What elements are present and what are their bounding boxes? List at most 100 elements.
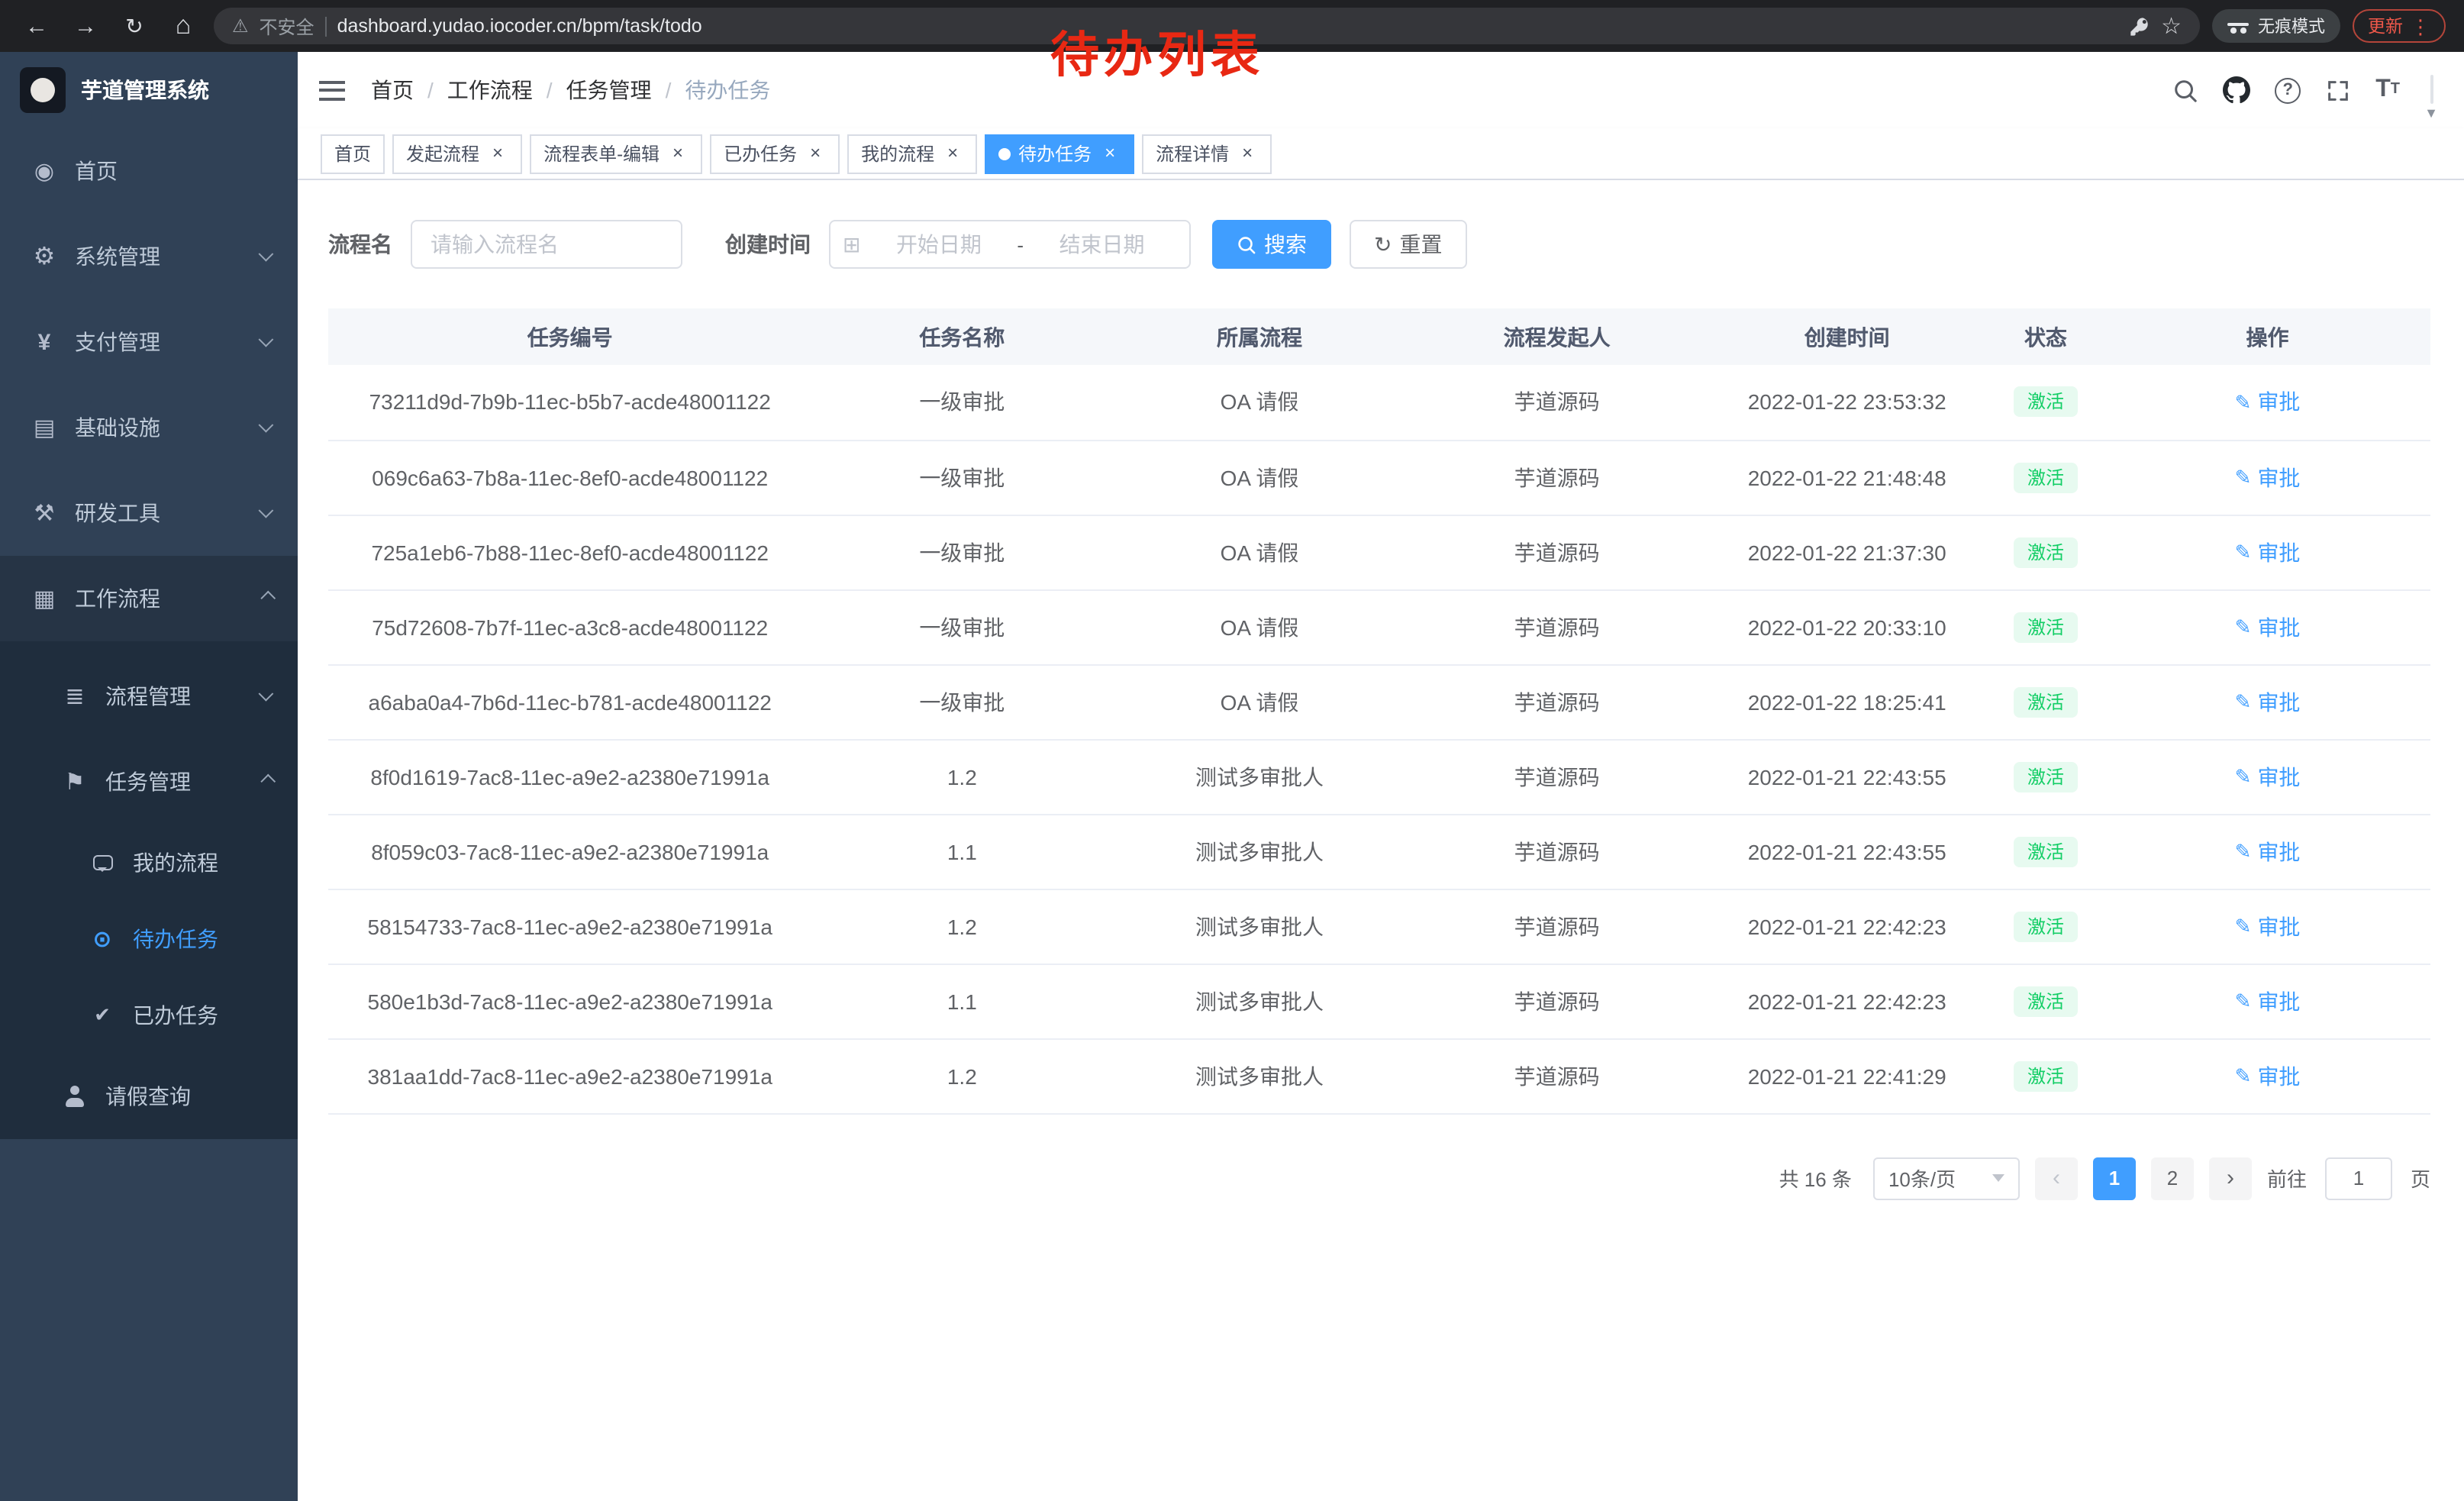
font-size-icon[interactable] — [2375, 78, 2400, 102]
sidebar-item-process-mgmt[interactable]: 流程管理 — [0, 654, 298, 739]
cell-task-id: 8f059c03-7ac8-11ec-a9e2-a2380e71991a — [328, 814, 811, 889]
prev-page-button[interactable] — [2035, 1157, 2078, 1199]
sidebar-item-task-mgmt[interactable]: 任务管理 — [0, 739, 298, 825]
cell-actions: 审批 — [2104, 589, 2430, 664]
cell-process: OA 请假 — [1112, 365, 1407, 440]
close-icon[interactable] — [942, 143, 963, 164]
edit-icon — [2235, 767, 2252, 786]
page-button-2[interactable]: 2 — [2151, 1157, 2194, 1199]
tab-label: 首页 — [334, 140, 371, 166]
cell-task-id: 381aa1dd-7ac8-11ec-a9e2-a2380e71991a — [328, 1038, 811, 1113]
logo[interactable]: 芋道管理系统 — [0, 52, 298, 128]
tab-todo-task[interactable]: 待办任务 — [985, 134, 1134, 173]
search-button[interactable]: 搜索 — [1212, 220, 1331, 269]
sidebar-item-home[interactable]: 首页 — [0, 128, 298, 214]
tab-my-process[interactable]: 我的流程 — [847, 134, 977, 173]
tab-done-task[interactable]: 已办任务 — [710, 134, 840, 173]
approve-button[interactable]: 审批 — [2235, 836, 2301, 867]
cell-task-name: 一级审批 — [811, 664, 1112, 739]
approve-button[interactable]: 审批 — [2235, 612, 2301, 642]
sidebar-item-infrastructure[interactable]: 基础设施 — [0, 385, 298, 470]
forward-icon[interactable] — [67, 8, 104, 44]
close-icon[interactable] — [487, 143, 508, 164]
approve-button[interactable]: 审批 — [2235, 911, 2301, 941]
sidebar-item-workflow[interactable]: 工作流程 — [0, 556, 298, 641]
github-icon[interactable] — [2223, 76, 2250, 104]
avatar[interactable] — [2430, 75, 2433, 104]
collapse-sidebar-icon[interactable] — [319, 80, 345, 100]
tab-process-form-edit[interactable]: 流程表单-编辑 — [530, 134, 702, 173]
sidebar-item-payment-mgmt[interactable]: 支付管理 — [0, 299, 298, 385]
close-icon[interactable] — [667, 143, 689, 164]
sidebar-item-system-mgmt[interactable]: 系统管理 — [0, 214, 298, 299]
page-button-1[interactable]: 1 — [2093, 1157, 2136, 1199]
sidebar-item-label: 我的流程 — [133, 847, 270, 878]
approve-button[interactable]: 审批 — [2235, 462, 2301, 492]
approve-button[interactable]: 审批 — [2235, 761, 2301, 792]
breadcrumb-task-mgmt[interactable]: 任务管理 — [566, 75, 652, 105]
user-menu[interactable]: ▼ — [2430, 76, 2433, 104]
status-badge: 激活 — [2014, 911, 2078, 941]
cell-task-id: 069c6a63-7b8a-11ec-8ef0-acde48001122 — [328, 440, 811, 515]
cell-actions: 审批 — [2104, 440, 2430, 515]
tab-process-detail[interactable]: 流程详情 — [1142, 134, 1272, 173]
update-button[interactable]: 更新 — [2353, 9, 2446, 43]
close-icon[interactable] — [1099, 143, 1121, 164]
url-text[interactable]: dashboard.yudao.iocoder.cn/bpm/task/todo — [337, 15, 702, 37]
sidebar-item-leave-query[interactable]: 请假查询 — [0, 1054, 298, 1139]
approve-button[interactable]: 审批 — [2235, 387, 2301, 418]
tab-start-process[interactable]: 发起流程 — [392, 134, 522, 173]
cell-task-name: 1.1 — [811, 814, 1112, 889]
search-icon[interactable] — [2172, 77, 2198, 103]
table-row: 381aa1dd-7ac8-11ec-a9e2-a2380e71991a 1.2… — [328, 1038, 2430, 1113]
bookmark-star-icon[interactable] — [2161, 12, 2182, 40]
start-date-input[interactable] — [863, 232, 1014, 257]
create-time-range-picker[interactable]: - — [829, 220, 1191, 269]
cell-status: 激活 — [1987, 664, 2104, 739]
breadcrumb-home[interactable]: 首页 — [371, 75, 414, 105]
fullscreen-icon[interactable] — [2325, 77, 2351, 103]
calendar-icon — [843, 231, 860, 257]
end-date-input[interactable] — [1027, 232, 1177, 257]
sidebar-item-dev-tools[interactable]: 研发工具 — [0, 470, 298, 556]
reset-button[interactable]: 重置 — [1350, 220, 1466, 269]
table-row: 069c6a63-7b8a-11ec-8ef0-acde48001122 一级审… — [328, 440, 2430, 515]
close-icon[interactable] — [1237, 143, 1258, 164]
approve-button[interactable]: 审批 — [2235, 537, 2301, 567]
process-name-input[interactable] — [411, 220, 682, 269]
breadcrumb-separator: / — [427, 78, 434, 102]
approve-label: 审批 — [2257, 1060, 2300, 1091]
cell-process: OA 请假 — [1112, 664, 1407, 739]
tags-view-bar: 首页 发起流程 流程表单-编辑 已办任务 我的流程 — [298, 128, 2464, 180]
sidebar-item-done-task[interactable]: 已办任务 — [0, 977, 298, 1054]
cell-process: OA 请假 — [1112, 515, 1407, 589]
cell-task-name: 一级审批 — [811, 440, 1112, 515]
cell-initiator: 芋道源码 — [1407, 664, 1708, 739]
back-icon[interactable] — [18, 8, 55, 44]
cell-status: 激活 — [1987, 365, 2104, 440]
breadcrumb-workflow[interactable]: 工作流程 — [447, 75, 533, 105]
edit-icon — [2235, 841, 2252, 861]
reload-icon[interactable] — [116, 8, 153, 44]
cell-task-id: a6aba0a4-7b6d-11ec-b781-acde48001122 — [328, 664, 811, 739]
close-icon[interactable] — [805, 143, 826, 164]
annotation-overlay: 待办列表 — [1050, 17, 1264, 87]
password-key-icon[interactable] — [2127, 15, 2150, 37]
tab-home[interactable]: 首页 — [321, 134, 385, 173]
security-label[interactable]: 不安全 — [260, 13, 314, 39]
page-size-select[interactable]: 10条/页 — [1873, 1157, 2020, 1199]
goto-label: 前往 — [2267, 1164, 2307, 1193]
help-icon[interactable]: ? — [2275, 77, 2301, 103]
sidebar-item-my-process[interactable]: 我的流程 — [0, 825, 298, 901]
approve-button[interactable]: 审批 — [2235, 1060, 2301, 1091]
goto-page-input[interactable] — [2325, 1157, 2392, 1199]
sidebar-item-todo-task[interactable]: 待办任务 — [0, 901, 298, 977]
next-page-button[interactable] — [2209, 1157, 2252, 1199]
approve-button[interactable]: 审批 — [2235, 986, 2301, 1016]
edit-icon — [2235, 467, 2252, 487]
approve-button[interactable]: 审批 — [2235, 686, 2301, 717]
browser-menu-icon[interactable] — [2411, 16, 2430, 36]
table-row: 73211d9d-7b9b-11ec-b5b7-acde48001122 一级审… — [328, 365, 2430, 440]
home-icon[interactable] — [165, 8, 202, 44]
cell-status: 激活 — [1987, 440, 2104, 515]
